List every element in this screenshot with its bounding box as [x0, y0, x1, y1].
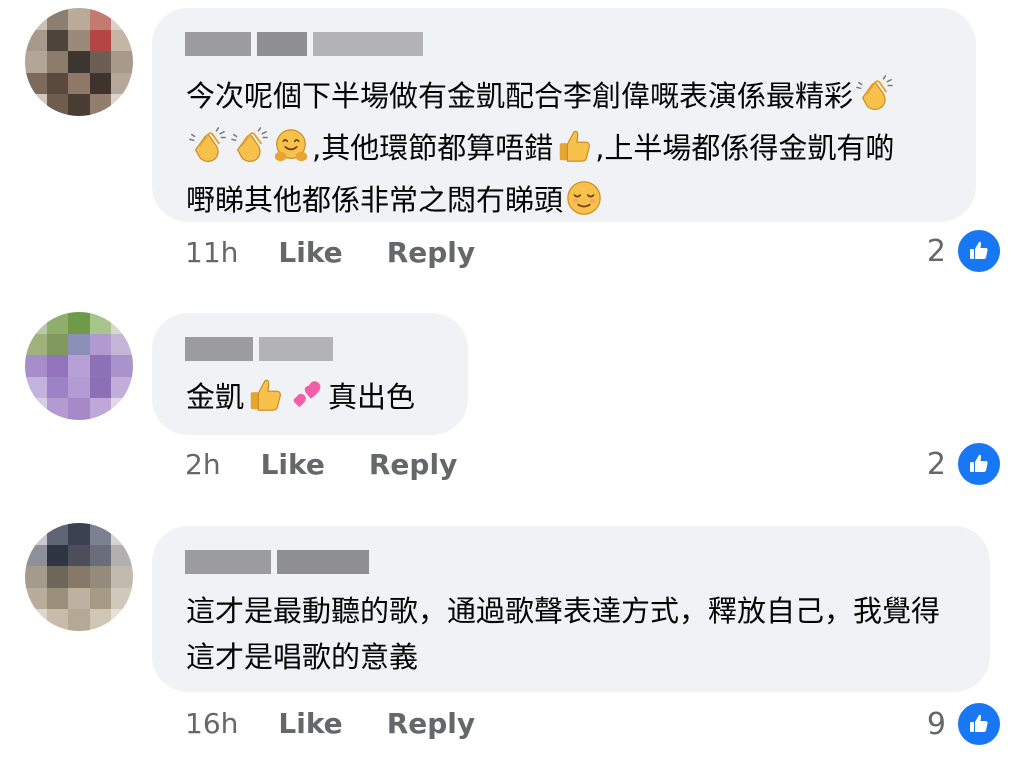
- comment-timestamp[interactable]: 16h: [185, 707, 238, 740]
- reply-button[interactable]: Reply: [387, 707, 475, 740]
- commenter-name-redacted[interactable]: [185, 32, 942, 56]
- comment-bubble: 今次呢個下半場做有金凱配合李創偉嘅表演係最精彩 ,其他環節都算唔錯 ,上半場都係得…: [152, 8, 976, 222]
- reply-button[interactable]: Reply: [387, 236, 475, 269]
- thumbs-up-emoji-icon: [555, 127, 593, 165]
- hugging-face-icon: [272, 127, 310, 165]
- reaction-summary[interactable]: 9: [927, 701, 1002, 747]
- reaction-summary[interactable]: 2: [927, 228, 1002, 274]
- comment-bubble: 這才是最動聽的歌，通過歌聲表達方式，釋放自己，我覺得 這才是唱歌的意義: [152, 526, 990, 692]
- comment-text: 這才是最動聽的歌，通過歌聲表達方式，釋放自己，我覺得 這才是唱歌的意義: [186, 594, 941, 674]
- clapping-hands-icon: [230, 127, 268, 165]
- like-button[interactable]: Like: [278, 236, 342, 269]
- clapping-hands-icon: [855, 75, 893, 113]
- reply-button[interactable]: Reply: [369, 448, 457, 481]
- avatar[interactable]: [25, 312, 133, 420]
- comment-actions: 2h Like Reply: [185, 448, 501, 481]
- thumbs-up-emoji-icon: [246, 376, 284, 414]
- thumbs-up-icon: [956, 228, 1002, 274]
- comment-text: 今次呢個下半場做有金凱配合李創偉嘅表演係最精彩 ,其他環節都算唔錯 ,上半場都係得…: [186, 70, 942, 226]
- avatar[interactable]: [25, 8, 133, 116]
- comment-timestamp[interactable]: 11h: [185, 236, 238, 269]
- comment-actions: 16h Like Reply: [185, 707, 519, 740]
- like-button[interactable]: Like: [261, 448, 325, 481]
- reaction-count: 9: [926, 706, 946, 742]
- reaction-summary[interactable]: 2: [927, 441, 1002, 487]
- clapping-hands-icon: [188, 127, 226, 165]
- thumbs-up-icon: [956, 441, 1002, 487]
- comment-timestamp[interactable]: 2h: [185, 448, 221, 481]
- comment-bubble: 金凱 真出色: [152, 313, 468, 435]
- reaction-count: 2: [926, 233, 946, 269]
- like-button[interactable]: Like: [278, 707, 342, 740]
- commenter-name-redacted[interactable]: [185, 550, 956, 574]
- two-hearts-icon: [288, 376, 326, 414]
- relieved-face-icon: [565, 179, 603, 217]
- comment-actions: 11h Like Reply: [185, 236, 519, 269]
- avatar[interactable]: [25, 523, 133, 631]
- reaction-count: 2: [926, 446, 946, 482]
- comment-text: 金凱 真出色: [186, 375, 434, 419]
- commenter-name-redacted[interactable]: [185, 337, 434, 361]
- thumbs-up-icon: [956, 701, 1002, 747]
